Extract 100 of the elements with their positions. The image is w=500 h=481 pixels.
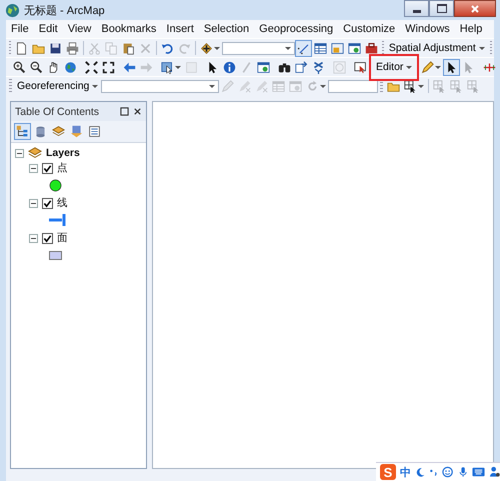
toolbar-button[interactable] [293, 58, 310, 76]
minimize-button[interactable] [404, 0, 429, 17]
caret-icon [175, 66, 181, 68]
grid-cursor-icon [467, 80, 480, 92]
layer-name[interactable]: 点 [57, 161, 68, 175]
caret-icon [209, 84, 216, 88]
toolbar-button[interactable] [83, 58, 100, 76]
crosshair-icon [483, 60, 496, 74]
user-settings-icon[interactable] [488, 466, 500, 478]
ime-mode-button[interactable]: 中 [400, 464, 411, 480]
rotate-icon [306, 80, 320, 92]
menu-item[interactable]: File [6, 23, 34, 35]
globe-icon [64, 60, 77, 74]
layers-icon [28, 146, 42, 160]
arrows-in-icon [85, 60, 98, 74]
plus-diamond-icon [200, 42, 212, 54]
collapse-toggle[interactable] [15, 148, 24, 158]
pencil-dots-icon [296, 42, 310, 54]
cross-icon [139, 42, 152, 54]
arrow-left-icon [123, 60, 136, 74]
window-icon [289, 80, 302, 92]
menu-item[interactable]: View [62, 23, 96, 35]
collapse-toggle[interactable] [29, 198, 38, 208]
toolbar-button[interactable] [443, 58, 460, 76]
tree-label[interactable]: Layers [46, 147, 80, 159]
layer-name[interactable]: 面 [57, 231, 68, 245]
window-title: 无标题 - ArcMap [24, 4, 105, 18]
input-field[interactable] [328, 80, 378, 92]
pencil-cross-icon [238, 80, 252, 92]
globe-icon [5, 2, 20, 18]
toolbar-button[interactable] [28, 58, 45, 76]
zoom-in-icon [13, 60, 26, 74]
square-icon [185, 60, 198, 74]
arrow-right-icon [140, 60, 153, 74]
close-icon [470, 4, 480, 14]
caret-icon [418, 84, 424, 88]
checkbox[interactable] [42, 162, 53, 174]
keyboard-icon[interactable] [472, 467, 485, 477]
toolbar-menu-button[interactable]: Spatial Adjustment [386, 40, 488, 56]
close-icon[interactable] [133, 107, 142, 116]
toolbar-menu-button[interactable]: Georeferencing [14, 78, 102, 94]
copy-icon [105, 42, 118, 54]
binoculars-icon [278, 60, 291, 74]
slash-icon [240, 60, 253, 74]
toolbar-grip[interactable] [9, 79, 12, 93]
smiley-icon[interactable] [442, 466, 454, 478]
hand-icon [47, 60, 60, 74]
menu-item[interactable]: Insert [161, 23, 199, 35]
menu-item[interactable]: Bookmarks [96, 23, 162, 35]
toc-tab-button[interactable] [86, 123, 103, 140]
zoom-out-icon [30, 60, 43, 74]
grid-cursor-icon [433, 80, 446, 92]
tree-list-icon [16, 125, 29, 138]
moon-icon[interactable] [414, 466, 426, 478]
toolbox-icon [364, 42, 378, 54]
table-icon [314, 42, 327, 54]
toolbar-grip[interactable] [490, 41, 492, 55]
select-box-icon [161, 60, 174, 74]
new-document-icon [15, 42, 28, 54]
database-icon [34, 125, 47, 138]
info-icon [223, 60, 236, 74]
options-icon [88, 125, 101, 138]
collapse-toggle[interactable] [29, 164, 38, 172]
collapse-toggle[interactable] [29, 234, 38, 242]
menu-item[interactable]: Help [454, 23, 488, 35]
checkbox[interactable] [42, 232, 53, 244]
window-icon [348, 42, 361, 54]
toolbar-button[interactable] [11, 58, 28, 76]
printer-icon [66, 42, 80, 54]
catalog-icon [330, 42, 344, 54]
menu-item[interactable]: Selection [198, 23, 254, 35]
save-icon [49, 42, 62, 54]
dock-icon[interactable] [120, 107, 129, 116]
undo-icon [160, 42, 174, 54]
toc-tab-button[interactable] [14, 123, 31, 140]
close-button[interactable] [454, 0, 496, 17]
menu-item[interactable]: Geoprocessing [254, 23, 338, 35]
menu-item[interactable]: Edit [34, 23, 63, 35]
arrows-out-icon [102, 60, 115, 74]
menu-item[interactable]: Customize [338, 23, 400, 35]
menu-item[interactable]: Windows [400, 23, 455, 35]
table-icon [272, 80, 286, 92]
layer-name[interactable]: 线 [57, 196, 68, 210]
toolbar-grip[interactable] [9, 41, 12, 55]
layers-icon [52, 125, 65, 138]
caret-icon [406, 66, 412, 68]
source-icon [70, 125, 83, 138]
caret-icon [478, 46, 485, 50]
maximize-button[interactable] [429, 0, 454, 17]
pencil-cross-icon [255, 80, 268, 92]
toolbar-grip[interactable] [382, 41, 384, 55]
toolbar-menu-button[interactable]: Editor [373, 59, 416, 75]
pencil-icon [221, 80, 234, 92]
panel-title: Table Of Contents [15, 106, 100, 118]
caret-icon [284, 46, 291, 50]
clock-icon [333, 60, 346, 74]
checkbox[interactable] [42, 198, 53, 208]
grid-cursor-icon [450, 80, 464, 92]
pencil-icon [421, 60, 434, 74]
microphone-icon[interactable] [458, 466, 468, 478]
